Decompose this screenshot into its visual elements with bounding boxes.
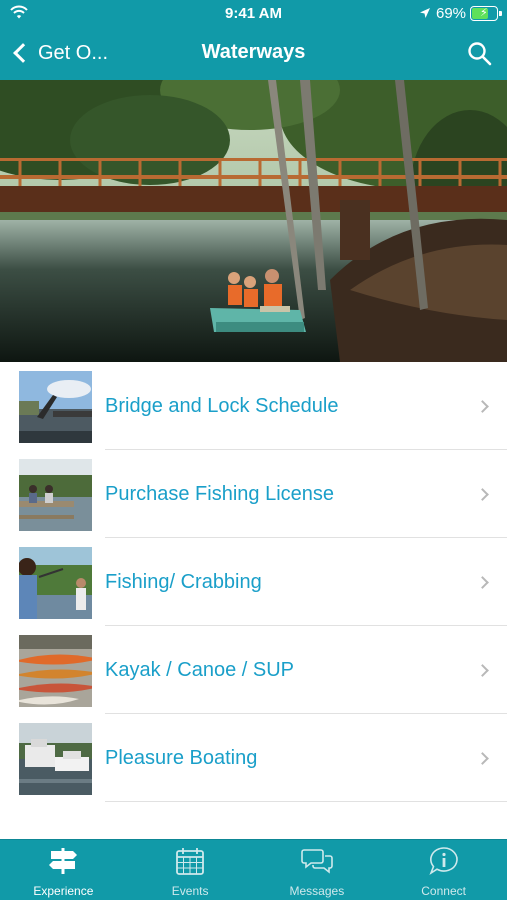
list-item-pleasure-boating[interactable]: Pleasure Boating	[0, 714, 507, 802]
hero-image	[0, 80, 507, 362]
fishing-license-thumbnail	[19, 459, 92, 531]
battery-icon: ⚡	[470, 6, 502, 21]
tab-messages[interactable]: Messages	[254, 840, 381, 900]
tab-label: Connect	[421, 884, 466, 898]
list-item-bridge-lock-schedule[interactable]: Bridge and Lock Schedule	[0, 362, 507, 450]
tab-label: Experience	[33, 884, 94, 898]
chevron-right-icon	[476, 576, 489, 589]
chevron-right-icon	[476, 488, 489, 501]
list-item-purchase-fishing-license[interactable]: Purchase Fishing License	[0, 450, 507, 538]
tab-bar: Experience Events Messages Connect	[0, 839, 507, 900]
chat-bubbles-icon	[301, 849, 333, 874]
fishing-crabbing-thumbnail	[19, 547, 92, 619]
waterways-list: Bridge and Lock Schedule Purchase Fishin…	[0, 362, 507, 802]
list-item-label: Bridge and Lock Schedule	[105, 395, 339, 417]
tab-events[interactable]: Events	[127, 840, 254, 900]
tab-experience[interactable]: Experience	[0, 840, 127, 900]
list-item-kayak-canoe-sup[interactable]: Kayak / Canoe / SUP	[0, 626, 507, 714]
location-arrow-icon	[420, 8, 430, 18]
tab-connect[interactable]: Connect	[380, 840, 507, 900]
page-title: Waterways	[201, 41, 306, 63]
list-item-label: Fishing/ Crabbing	[105, 571, 262, 593]
chevron-right-icon	[476, 752, 489, 765]
status-bar: 9:41 AM 69% ⚡	[0, 0, 507, 28]
list-item-label: Kayak / Canoe / SUP	[105, 659, 294, 681]
chevron-right-icon	[476, 400, 489, 413]
kayak-thumbnail	[19, 635, 92, 707]
tab-label: Messages	[289, 884, 345, 898]
list-item-fishing-crabbing[interactable]: Fishing/ Crabbing	[0, 538, 507, 626]
calendar-icon	[176, 848, 205, 875]
navigation-bar: Get O... Waterways	[0, 28, 507, 80]
search-icon[interactable]	[466, 40, 494, 68]
top-bar: 9:41 AM 69% ⚡ Get O... Waterways	[0, 0, 507, 80]
signpost-icon	[49, 848, 78, 874]
list-item-label: Purchase Fishing License	[105, 483, 335, 505]
battery-percent: 69%	[436, 5, 467, 22]
charging-bolt-icon: ⚡	[480, 7, 488, 19]
tab-label: Events	[171, 884, 209, 898]
list-item-label: Pleasure Boating	[105, 747, 258, 769]
pleasure-boating-thumbnail	[19, 723, 92, 795]
chevron-right-icon	[476, 664, 489, 677]
bridge-lock-thumbnail	[19, 371, 92, 443]
info-bubble-icon	[429, 847, 458, 875]
